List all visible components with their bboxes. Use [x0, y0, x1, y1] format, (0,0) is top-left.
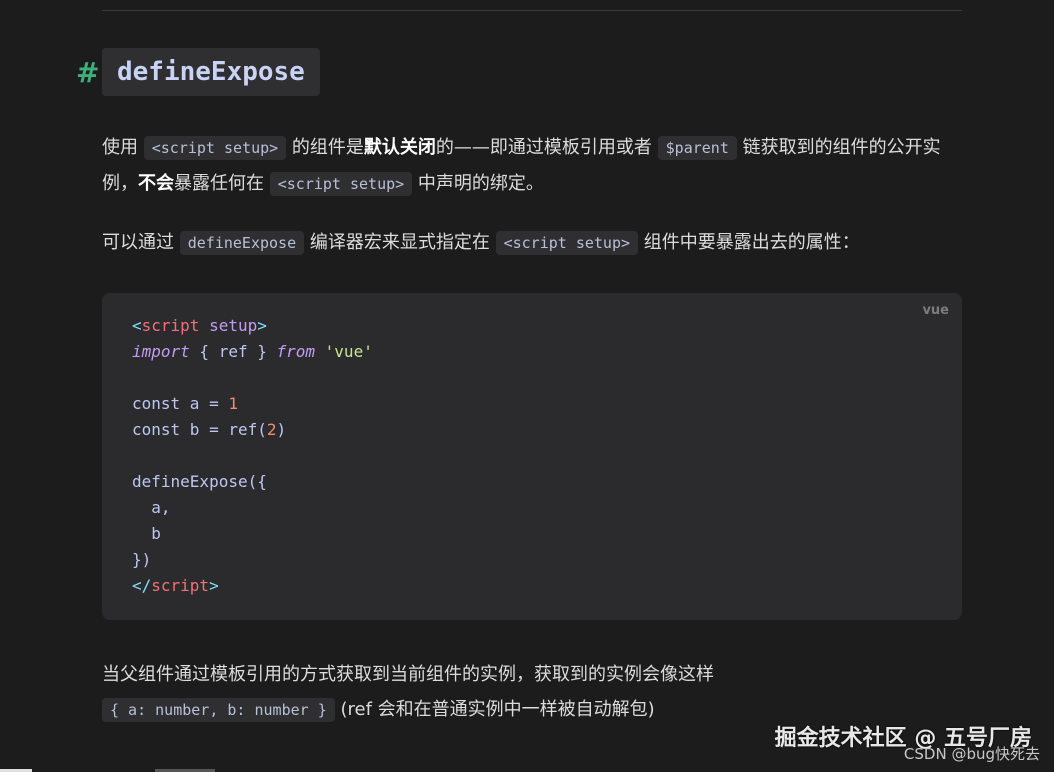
- text: 暴露任何在: [174, 173, 264, 194]
- code-token: from: [276, 342, 316, 361]
- paragraph-usage: 可以通过 defineExpose 编译器宏来显式指定在 <script set…: [102, 225, 962, 261]
- code-token: script: [141, 316, 200, 335]
- code-token: <: [132, 316, 142, 335]
- page-title: defineExpose: [102, 48, 320, 96]
- code-token: a,: [132, 498, 171, 517]
- code-token: b: [132, 524, 161, 543]
- text: 使用: [102, 137, 138, 158]
- code-block[interactable]: vue <script setup> import { ref } from '…: [102, 293, 962, 620]
- divider: [102, 10, 962, 11]
- code-token: defineExpose({: [132, 472, 267, 491]
- text: (ref 会和在普通实例中一样被自动解包): [334, 699, 655, 720]
- code-token: 1: [228, 394, 238, 413]
- inline-code: <script setup>: [143, 136, 287, 160]
- code-token: setup: [199, 316, 258, 335]
- code-token: >: [209, 576, 219, 595]
- inline-code: <script setup>: [269, 172, 413, 196]
- code-token: 2: [266, 420, 277, 439]
- text: 中声明的绑定。: [417, 173, 544, 194]
- code-language-label: vue: [922, 303, 949, 318]
- watermark-source: CSDN @bug快死去: [903, 745, 1040, 763]
- code-token: script: [151, 576, 210, 595]
- text: 的组件是: [291, 137, 364, 158]
- inline-code: { a: number, b: number }: [102, 698, 335, 722]
- paragraph-result: 当父组件通过模板引用的方式获取到当前组件的实例，获取到的实例会像这样 { a: …: [102, 657, 962, 728]
- text: 的——即通过模板引用或者: [435, 137, 652, 158]
- code-token: 'vue': [315, 342, 373, 361]
- code-token: }): [132, 550, 152, 569]
- code-token: import: [132, 342, 190, 361]
- inline-code: $parent: [657, 136, 737, 160]
- inline-code: defineExpose: [179, 231, 305, 255]
- anchor-link[interactable]: #: [76, 56, 102, 89]
- inline-code: <script setup>: [495, 231, 639, 255]
- bold-text: 不会: [138, 173, 174, 194]
- code-token: </: [132, 576, 152, 595]
- text: 编译器宏来显式指定在: [309, 232, 490, 253]
- text: 当父组件通过模板引用的方式获取到当前组件的实例，获取到的实例会像这样: [102, 664, 714, 685]
- code-token: ): [276, 420, 287, 439]
- code-content[interactable]: <script setup> import { ref } from 'vue'…: [132, 313, 373, 599]
- paragraph-intro: 使用 <script setup> 的组件是默认关闭的——即通过模板引用或者 $…: [102, 130, 962, 202]
- text: 可以通过: [102, 232, 174, 253]
- bold-text: 默认关闭: [363, 137, 436, 158]
- section-heading: # defineExpose: [76, 48, 320, 96]
- text: 组件中要暴露出去的属性：: [643, 232, 860, 253]
- code-token: const a =: [132, 394, 229, 413]
- code-token: >: [257, 316, 267, 335]
- code-token: const b = ref(: [132, 420, 267, 439]
- code-token: { ref }: [189, 342, 277, 361]
